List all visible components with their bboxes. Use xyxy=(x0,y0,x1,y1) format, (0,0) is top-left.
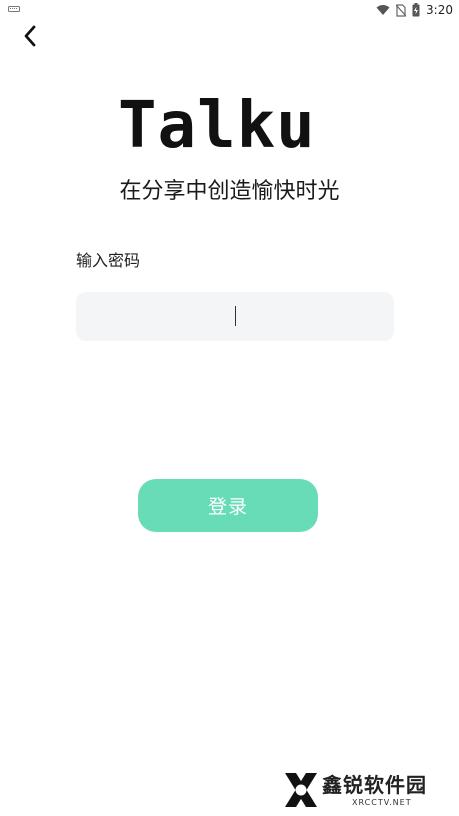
status-icons: 3:20 xyxy=(376,2,453,18)
text-cursor xyxy=(235,306,236,326)
keyboard-icon xyxy=(8,6,20,12)
no-sim-icon xyxy=(396,3,407,17)
app-title: Talku xyxy=(118,89,316,163)
chevron-left-icon xyxy=(24,25,36,47)
login-screen: 3:20 Talku 在分享中创造愉快时光 输入密码 登录 鑫锐软件园 XRCC… xyxy=(0,0,459,816)
tagline: 在分享中创造愉快时光 xyxy=(119,179,340,204)
battery-charging-icon xyxy=(412,3,420,17)
watermark-logo-icon xyxy=(285,773,317,807)
login-button[interactable]: 登录 xyxy=(138,479,318,532)
watermark: 鑫锐软件园 XRCCTV.NET xyxy=(282,770,442,812)
status-time: 3:20 xyxy=(426,3,453,17)
password-label: 输入密码 xyxy=(76,251,141,270)
back-button[interactable] xyxy=(16,22,44,50)
status-bar: 3:20 xyxy=(0,0,459,20)
wifi-icon xyxy=(376,5,390,15)
watermark-url: XRCCTV.NET xyxy=(352,798,412,807)
watermark-name: 鑫锐软件园 xyxy=(322,773,427,797)
